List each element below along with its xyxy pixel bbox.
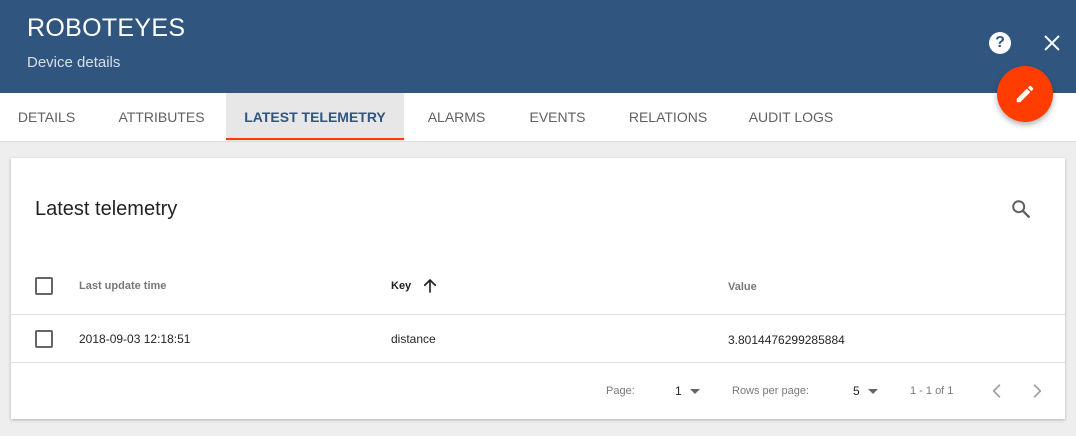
tab-attributes[interactable]: ATTRIBUTES: [104, 93, 219, 141]
pagination-range: 1 - 1 of 1: [910, 385, 954, 397]
entity-title: ROBOTEYES: [27, 14, 186, 42]
entity-subtitle: Device details: [27, 54, 121, 71]
rows-per-page-value: 5: [853, 384, 860, 398]
column-header-value[interactable]: Value: [728, 281, 757, 293]
tab-relations[interactable]: RELATIONS: [618, 93, 718, 141]
card-title: Latest telemetry: [35, 198, 178, 220]
edit-button[interactable]: [997, 66, 1053, 122]
details-header: ROBOTEYES Device details ?: [0, 0, 1076, 93]
tab-bar: DETAILS ATTRIBUTES LATEST TELEMETRY ALAR…: [0, 93, 1076, 142]
help-icon[interactable]: ?: [989, 32, 1011, 54]
pencil-icon: [1016, 85, 1034, 103]
active-tab-indicator: [226, 138, 404, 140]
chevron-right-icon[interactable]: [1027, 381, 1047, 401]
search-icon[interactable]: [1010, 198, 1032, 220]
tab-details[interactable]: DETAILS: [0, 93, 93, 141]
tab-latest-telemetry[interactable]: LATEST TELEMETRY: [226, 93, 404, 141]
page-select[interactable]: 1: [675, 384, 700, 398]
page-select-value: 1: [675, 384, 682, 398]
cell-value: 3.8014476299285884: [728, 333, 845, 347]
arrow-up-icon[interactable]: [421, 277, 439, 295]
cell-last-update: 2018-09-03 12:18:51: [79, 332, 191, 346]
column-header-key[interactable]: Key: [391, 280, 411, 292]
tab-alarms[interactable]: ALARMS: [414, 93, 499, 141]
caret-down-icon: [689, 389, 700, 395]
caret-down-icon: [867, 389, 878, 395]
header-divider: [11, 314, 1065, 315]
rows-per-page-label: Rows per page:: [732, 385, 810, 397]
telemetry-card: Latest telemetry Last update time Key Va…: [11, 158, 1065, 419]
cell-key: distance: [391, 332, 436, 346]
column-header-last-update[interactable]: Last update time: [79, 280, 166, 292]
row-checkbox[interactable]: [35, 330, 53, 348]
select-all-checkbox[interactable]: [35, 277, 53, 295]
tab-audit-logs[interactable]: AUDIT LOGS: [738, 93, 844, 141]
chevron-left-icon[interactable]: [987, 381, 1007, 401]
row-divider: [11, 362, 1065, 363]
page-label: Page:: [606, 385, 635, 397]
close-icon[interactable]: [1041, 32, 1063, 54]
rows-per-page-select[interactable]: 5: [853, 384, 878, 398]
tab-events[interactable]: EVENTS: [515, 93, 600, 141]
